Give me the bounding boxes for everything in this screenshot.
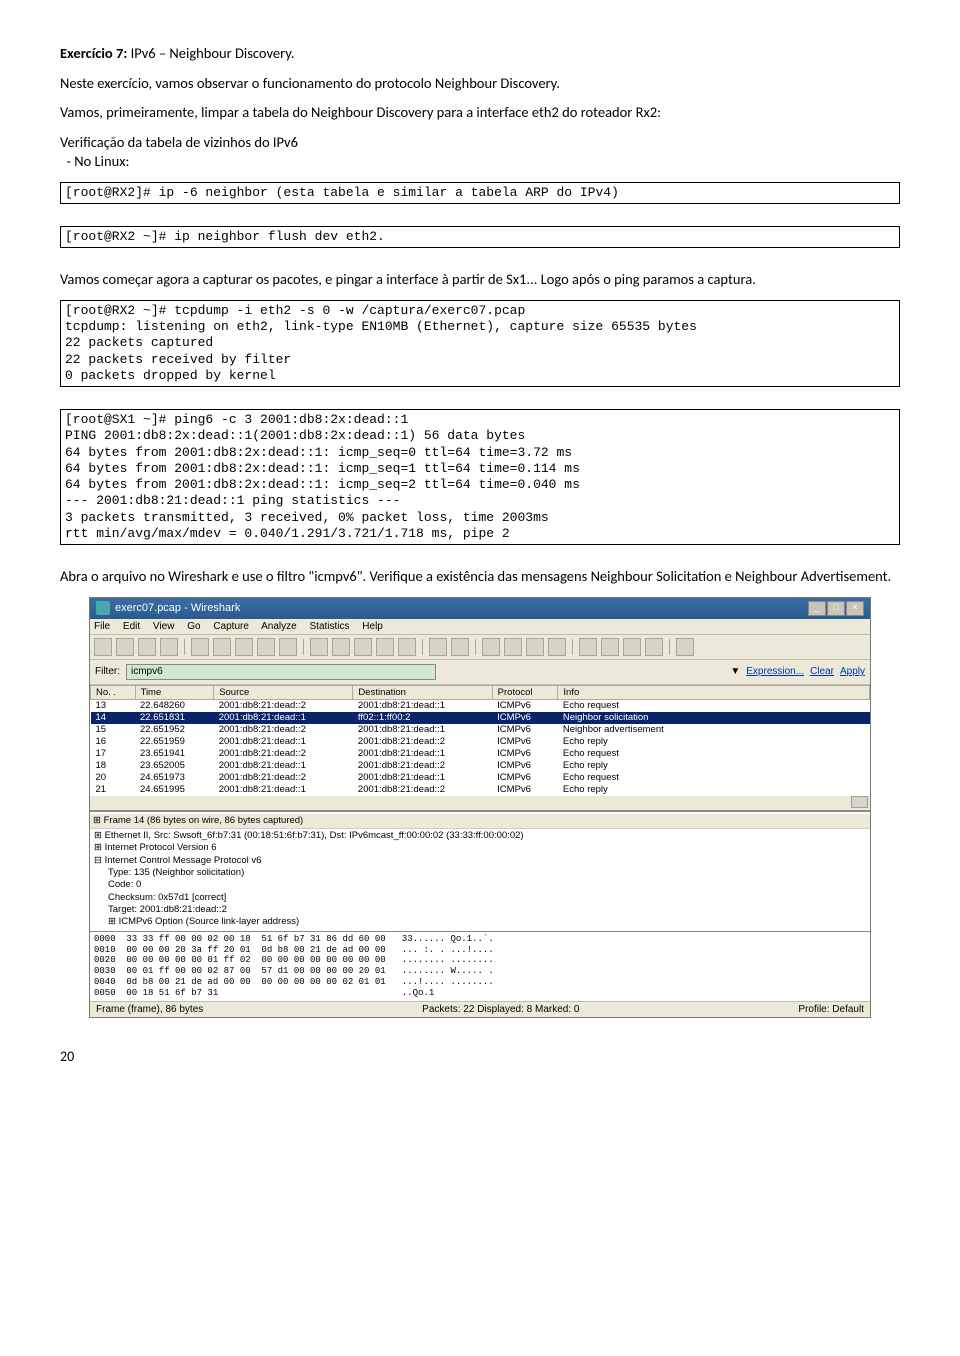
toolbar-button[interactable] [526, 638, 544, 656]
codebox-ping6: [root@SX1 ~]# ping6 -c 3 2001:db8:2x:dea… [60, 409, 900, 545]
detail-line: ⊟ Internet Control Message Protocol v6 [94, 855, 866, 867]
detail-line: Code: 0 [94, 879, 866, 891]
detail-line: ⊞ Internet Protocol Version 6 [94, 842, 866, 854]
toolbar-button[interactable] [94, 638, 112, 656]
col-protocol[interactable]: Protocol [492, 685, 558, 699]
detail-line: Type: 135 (Neighbor solicitation) [94, 867, 866, 879]
menu-analyze[interactable]: Analyze [261, 621, 297, 632]
toolbar-button[interactable] [332, 638, 350, 656]
toolbar-button[interactable] [138, 638, 156, 656]
toolbar-button[interactable] [451, 638, 469, 656]
wireshark-packet-list[interactable]: No. . Time Source Destination Protocol I… [90, 685, 870, 811]
toolbar-button[interactable] [310, 638, 328, 656]
filter-expression-link[interactable]: Expression... [746, 666, 804, 677]
paragraph-capture: Vamos começar agora a capturar os pacote… [60, 270, 900, 290]
filter-clear-link[interactable]: Clear [810, 666, 834, 677]
status-left: Frame (frame), 86 bytes [96, 1004, 203, 1015]
table-row[interactable]: 1522.6519522001:db8:21:dead::22001:db8:2… [91, 724, 870, 736]
toolbar-button[interactable] [235, 638, 253, 656]
toolbar-button[interactable] [482, 638, 500, 656]
toolbar-button[interactable] [376, 638, 394, 656]
menu-file[interactable]: File [94, 621, 110, 632]
wireshark-filter-bar: Filter: ▼ Expression... Clear Apply [90, 660, 870, 685]
bullet-linux: - No Linux: [60, 152, 900, 172]
toolbar-button[interactable] [579, 638, 597, 656]
table-row[interactable]: 1622.6519592001:db8:21:dead::12001:db8:2… [91, 736, 870, 748]
wireshark-app-icon [96, 601, 110, 615]
menu-help[interactable]: Help [362, 621, 383, 632]
menu-edit[interactable]: Edit [123, 621, 140, 632]
wireshark-titlebar: exerc07.pcap - Wireshark _ □ × [90, 598, 870, 619]
toolbar-button[interactable] [213, 638, 231, 656]
maximize-button[interactable]: □ [827, 601, 845, 616]
table-row[interactable]: 1422.6518312001:db8:21:dead::1ff02::1:ff… [91, 712, 870, 724]
toolbar-button[interactable] [257, 638, 275, 656]
intro-paragraph-1: Neste exercício, vamos observar o funcio… [60, 74, 900, 94]
toolbar-button[interactable] [504, 638, 522, 656]
codebox-tcpdump: [root@RX2 ~]# tcpdump -i eth2 -s 0 -w /c… [60, 300, 900, 387]
wireshark-hex-pane[interactable]: 0000 33 33 ff 00 00 02 00 18 51 6f b7 31… [90, 932, 870, 1001]
status-right: Profile: Default [798, 1004, 864, 1015]
codebox-neighbor-flush: [root@RX2 ~]# ip neighbor flush dev eth2… [60, 226, 900, 248]
table-row[interactable]: 1823.6520052001:db8:21:dead::12001:db8:2… [91, 760, 870, 772]
detail-line: ⊞ Ethernet II, Src: Swsoft_6f:b7:31 (00:… [94, 830, 866, 842]
filter-input[interactable] [126, 664, 436, 680]
paragraph-wireshark: Abra o arquivo no Wireshark e use o filt… [60, 567, 900, 587]
table-row[interactable]: 1322.6482602001:db8:21:dead::22001:db8:2… [91, 699, 870, 712]
toolbar-separator [572, 639, 573, 655]
wireshark-menubar: File Edit View Go Capture Analyze Statis… [90, 619, 870, 635]
toolbar-separator [184, 639, 185, 655]
menu-statistics[interactable]: Statistics [310, 621, 350, 632]
wireshark-title: exerc07.pcap - Wireshark [115, 602, 240, 614]
col-no[interactable]: No. . [91, 685, 136, 699]
toolbar-button[interactable] [354, 638, 372, 656]
wireshark-detail-pane[interactable]: ⊞ Frame 14 (86 bytes on wire, 86 bytes c… [90, 811, 870, 932]
detail-line: Target: 2001:db8:21:dead::2 [94, 904, 866, 916]
menu-view[interactable]: View [153, 621, 175, 632]
filter-label: Filter: [95, 666, 120, 677]
toolbar-separator [475, 639, 476, 655]
wireshark-statusbar: Frame (frame), 86 bytes Packets: 22 Disp… [90, 1001, 870, 1017]
col-destination[interactable]: Destination [353, 685, 492, 699]
codebox-neighbor-show: [root@RX2]# ip -6 neighbor (esta tabela … [60, 182, 900, 204]
col-time[interactable]: Time [135, 685, 214, 699]
scrollbar-icon[interactable] [851, 796, 868, 808]
menu-capture[interactable]: Capture [213, 621, 249, 632]
toolbar-button[interactable] [191, 638, 209, 656]
close-button[interactable]: × [846, 601, 864, 616]
table-row[interactable]: 2024.6519732001:db8:21:dead::22001:db8:2… [91, 772, 870, 784]
toolbar-button[interactable] [160, 638, 178, 656]
wireshark-window: exerc07.pcap - Wireshark _ □ × File Edit… [89, 597, 871, 1018]
table-row[interactable]: 1723.6519412001:db8:21:dead::22001:db8:2… [91, 748, 870, 760]
toolbar-button[interactable] [429, 638, 447, 656]
intro-paragraph-2: Vamos, primeiramente, limpar a tabela do… [60, 103, 900, 123]
table-row[interactable]: 2124.6519952001:db8:21:dead::12001:db8:2… [91, 784, 870, 796]
detail-line: Checksum: 0x57d1 [correct] [94, 892, 866, 904]
toolbar-separator [303, 639, 304, 655]
exercise-title-prefix: Exercício 7: [60, 44, 127, 62]
toolbar-button[interactable] [623, 638, 641, 656]
toolbar-button[interactable] [398, 638, 416, 656]
toolbar-button[interactable] [645, 638, 663, 656]
detail-frame-header: Frame 14 (86 bytes on wire, 86 bytes cap… [104, 815, 304, 826]
section-header: Verificação da tabela de vizinhos do IPv… [60, 133, 900, 153]
filter-apply-link[interactable]: Apply [840, 666, 865, 677]
exercise-title-rest: IPv6 – Neighbour Discovery. [127, 44, 294, 62]
detail-line: ⊞ ICMPv6 Option (Source link-layer addre… [94, 916, 866, 928]
toolbar-button[interactable] [601, 638, 619, 656]
toolbar-button[interactable] [279, 638, 297, 656]
toolbar-button[interactable] [676, 638, 694, 656]
minimize-button[interactable]: _ [808, 601, 826, 616]
page-number: 20 [60, 1048, 900, 1065]
menu-go[interactable]: Go [187, 621, 200, 632]
toolbar-button[interactable] [548, 638, 566, 656]
status-mid: Packets: 22 Displayed: 8 Marked: 0 [422, 1004, 579, 1015]
col-info[interactable]: Info [558, 685, 870, 699]
toolbar-separator [422, 639, 423, 655]
toolbar-button[interactable] [116, 638, 134, 656]
wireshark-toolbar [90, 635, 870, 660]
col-source[interactable]: Source [214, 685, 353, 699]
toolbar-separator [669, 639, 670, 655]
